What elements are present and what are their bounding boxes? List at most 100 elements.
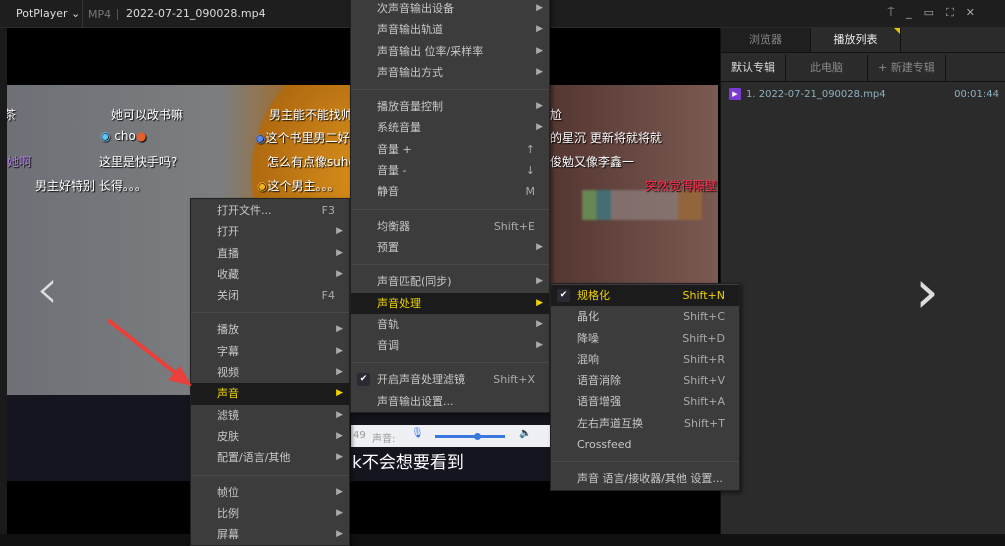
menu-item[interactable]: 语音增强 Shift+A xyxy=(551,391,739,412)
menu-item-label: 关闭 xyxy=(217,289,239,303)
new-album-button[interactable]: + 新建专辑 xyxy=(868,55,946,81)
submenu-arrow-icon: ▶ xyxy=(536,276,543,287)
menu-item[interactable]: 滤镜 ▶ xyxy=(191,405,349,426)
time-fragment: 49 xyxy=(353,430,366,441)
menu-item-label: 滤镜 xyxy=(217,408,239,422)
menu-item[interactable]: 声音输出方式 ▶ xyxy=(351,62,549,83)
menu-item[interactable]: 屏幕 ▶ xyxy=(191,524,349,545)
menu-item-label: 声音 语言/接收器/其他 设置... xyxy=(577,472,723,486)
menu-separator xyxy=(351,208,549,210)
volume-slider[interactable] xyxy=(435,433,505,440)
menu-item-label: 声音匹配(同步) xyxy=(377,275,452,289)
subtab-default-album[interactable]: 默认专辑 xyxy=(721,55,786,81)
menu-item[interactable]: 打开 ▶ xyxy=(191,221,349,242)
menu-item-label: 声音处理 xyxy=(377,296,421,310)
menu-item[interactable]: 关闭 F4 xyxy=(191,285,349,306)
menu-item[interactable]: 声音输出设置... xyxy=(351,391,549,412)
submenu-arrow-icon: ▶ xyxy=(536,297,543,308)
submenu-arrow-icon: ▶ xyxy=(336,324,343,335)
badge-icon: ◉ xyxy=(257,179,268,193)
subtab-this-pc[interactable]: 此电脑 xyxy=(786,55,868,81)
menu-item[interactable]: 次声音输出设备 ▶ xyxy=(351,0,549,19)
menu-item[interactable]: Crossfeed xyxy=(551,434,739,455)
menu-item[interactable]: 字幕 ▶ xyxy=(191,341,349,362)
submenu-arrow-icon: ▶ xyxy=(336,486,343,497)
danmaku-text: 这个男主。。。 xyxy=(267,179,340,193)
menu-item[interactable]: 声音输出轨道 ▶ xyxy=(351,19,549,40)
menu-item[interactable]: 播放 ▶ xyxy=(191,319,349,340)
divider xyxy=(82,0,83,28)
menu-item-label: 声音输出设置... xyxy=(377,394,454,408)
emoji-icon: ● xyxy=(135,129,147,143)
pin-icon[interactable]: ⍑ xyxy=(888,6,895,20)
menu-item-shortcut: Shift+T xyxy=(684,416,725,430)
menu-item[interactable]: 打开文件... F3 xyxy=(191,200,349,221)
next-arrow-icon[interactable]: › xyxy=(915,262,939,322)
menu-item-label: 声音输出 位率/采样率 xyxy=(377,44,484,58)
fullscreen-icon[interactable]: ⛶ xyxy=(946,6,954,20)
menu-item[interactable]: 左右声道互换 Shift+T xyxy=(551,413,739,434)
menu-item-label: 声音输出方式 xyxy=(377,65,443,79)
menu-item[interactable]: 视频 ▶ xyxy=(191,362,349,383)
badge-icon: ◉ xyxy=(100,129,111,143)
menu-item[interactable]: 播放音量控制 ▶ xyxy=(351,96,549,117)
menu-item[interactable]: 音调 ▶ xyxy=(351,335,549,356)
menu-item[interactable]: 比例 ▶ xyxy=(191,503,349,524)
menu-item[interactable]: 声音 语言/接收器/其他 设置... xyxy=(551,468,739,489)
menu-item[interactable]: 预置 ▶ xyxy=(351,237,549,258)
menu-item[interactable]: 声音输出 位率/采样率 ▶ xyxy=(351,41,549,62)
menu-item-shortcut: Shift+E xyxy=(493,219,535,233)
menu-item[interactable]: 晶化 Shift+C xyxy=(551,306,739,327)
submenu-arrow-icon: ▶ xyxy=(536,101,543,112)
menu-separator xyxy=(351,89,549,91)
menu-item-shortcut: Shift+X xyxy=(493,373,535,387)
danmaku: 突然觉得隔壁 xyxy=(645,179,718,193)
playlist-item[interactable]: ▶ 1. 2022-07-21_090028.mp4 00:01:44 xyxy=(729,88,999,100)
menu-item[interactable]: 配置/语言/其他 ▶ xyxy=(191,447,349,468)
menu-item-label: 皮肤 xyxy=(217,429,239,443)
menu-item[interactable]: 声音处理 ▶ xyxy=(351,292,549,314)
close-icon[interactable]: ✕ xyxy=(966,6,975,20)
submenu-arrow-icon: ▶ xyxy=(336,345,343,356)
volume-slider-knob[interactable] xyxy=(474,433,481,440)
menu-item[interactable]: 皮肤 ▶ xyxy=(191,426,349,447)
menu-item-shortcut: Shift+V xyxy=(683,374,725,388)
menu-item[interactable]: 语音消除 Shift+V xyxy=(551,370,739,391)
menu-item-label: 音量 + xyxy=(377,142,412,156)
menu-item-label: 直播 xyxy=(217,246,239,260)
minimize-icon[interactable]: _ xyxy=(906,6,912,20)
menu-item[interactable]: ✔ 规格化 Shift+N xyxy=(551,285,739,307)
danmaku: 茶 xyxy=(7,108,17,122)
menu-item-label: 音量 - xyxy=(377,164,407,178)
submenu-arrow-icon: ▶ xyxy=(336,388,343,399)
menu-item[interactable]: 收藏 ▶ xyxy=(191,264,349,285)
submenu-arrow-icon: ▶ xyxy=(336,247,343,258)
menu-item[interactable]: 混响 Shift+R xyxy=(551,349,739,370)
danmaku: 这里是快手吗? xyxy=(99,155,178,169)
menu-item[interactable]: 帧位 ▶ xyxy=(191,482,349,503)
menu-item[interactable]: 降噪 Shift+D xyxy=(551,328,739,349)
menu-item[interactable]: 声音 ▶ xyxy=(191,383,349,405)
menu-item[interactable]: 系统音量 ▶ xyxy=(351,117,549,138)
divider xyxy=(117,9,118,20)
menu-item[interactable]: ✔ 开启声音处理滤镜 Shift+X xyxy=(351,369,549,390)
app-menu-button[interactable]: PotPlayer ⌄ xyxy=(16,7,80,20)
menu-item[interactable]: 音量 - ↓ xyxy=(351,160,549,181)
menu-item[interactable]: 音量 + ↑ xyxy=(351,139,549,160)
danmaku: ◉这个书里男二好 xyxy=(255,129,350,146)
maximize-icon[interactable]: ▭ xyxy=(924,6,934,20)
menu-item-shortcut: F4 xyxy=(321,289,335,303)
tab-browser[interactable]: 浏览器 xyxy=(721,28,811,52)
menu-item[interactable]: 均衡器 Shift+E xyxy=(351,216,549,237)
menu-item-label: 降噪 xyxy=(577,331,599,345)
menu-item[interactable]: 直播 ▶ xyxy=(191,243,349,264)
danmaku: 男主好特别 长得。。。 xyxy=(35,179,147,193)
menu-item-shortcut: M xyxy=(525,185,536,199)
file-title: 2022-07-21_090028.mp4 xyxy=(126,7,266,20)
tab-playlist[interactable]: 播放列表 xyxy=(811,28,901,52)
menu-item[interactable]: 静音 M xyxy=(351,181,549,202)
danmaku: 怎么有点像suho xyxy=(267,155,356,169)
menu-item[interactable]: 声音匹配(同步) ▶ xyxy=(351,271,549,292)
previous-arrow-icon[interactable]: ‹ xyxy=(36,262,58,318)
menu-item[interactable]: 音轨 ▶ xyxy=(351,314,549,335)
